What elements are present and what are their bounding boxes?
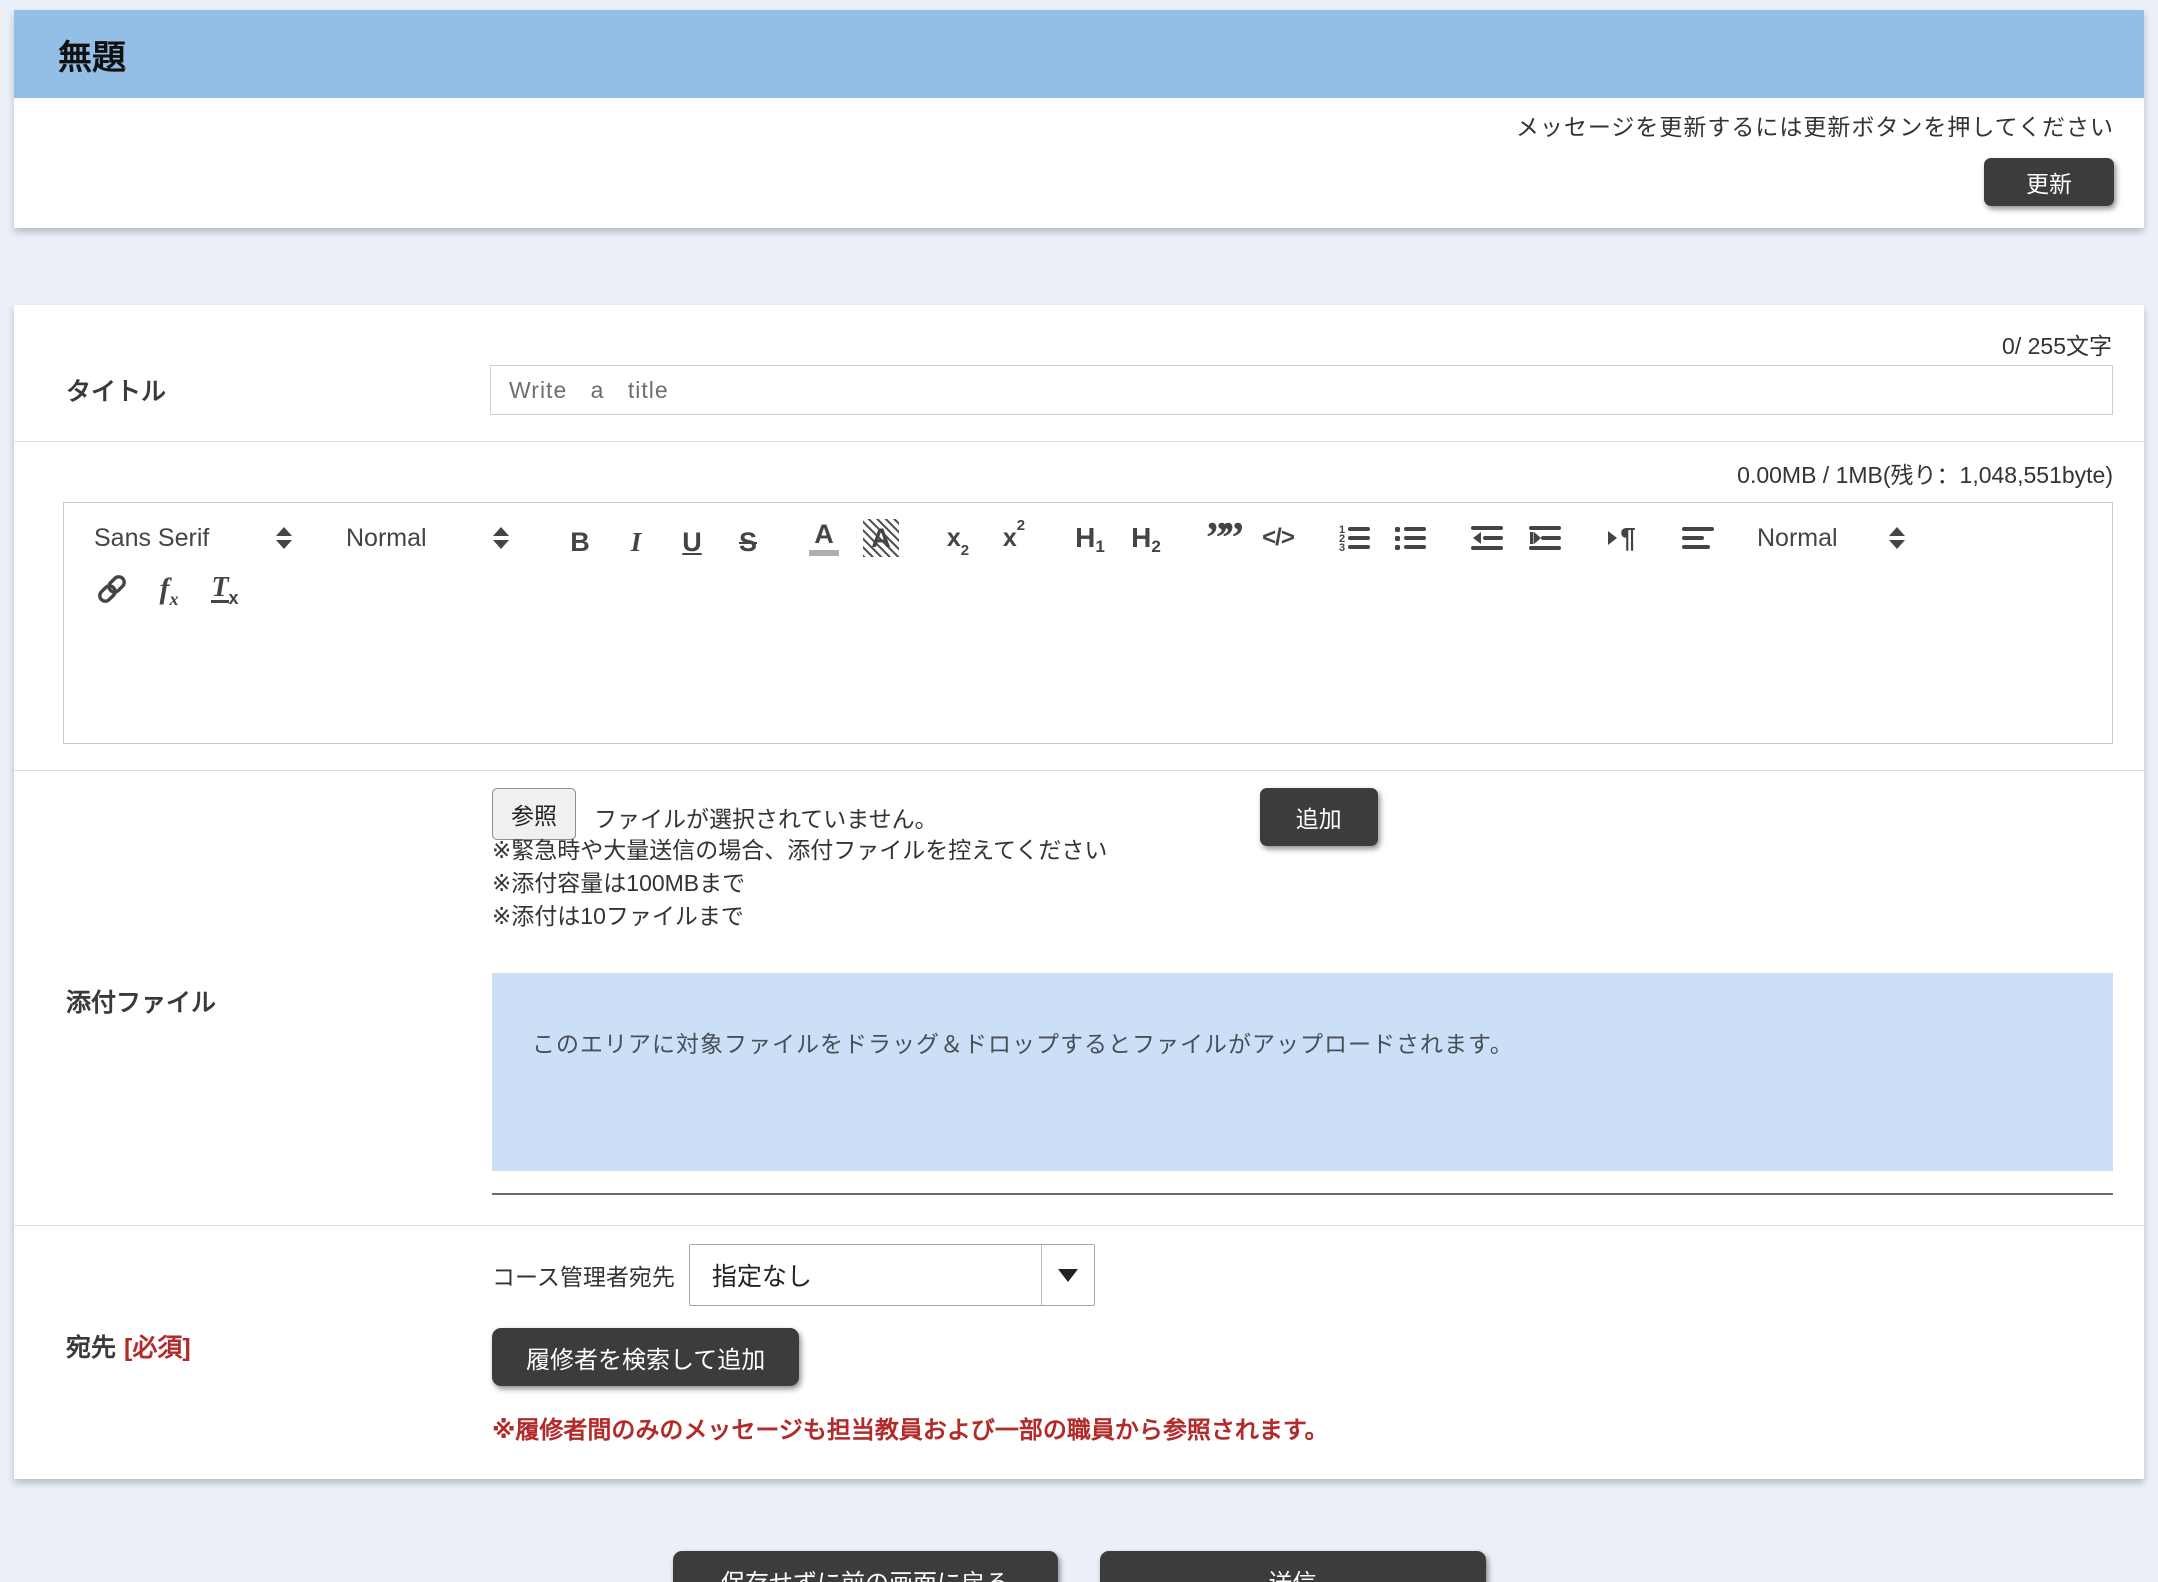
- background-color-letter: A: [871, 525, 891, 552]
- file-dropzone[interactable]: このエリアに対象ファイルをドラッグ＆ドロップするとファイルがアップロードされます…: [492, 973, 2113, 1171]
- send-button[interactable]: 送信: [1100, 1551, 1486, 1582]
- text-color-icon[interactable]: A: [807, 520, 841, 556]
- indent-group: [1469, 520, 1563, 556]
- bold-icon[interactable]: B: [563, 520, 597, 556]
- align-group: [1681, 520, 1715, 556]
- font-picker[interactable]: Sans Serif: [94, 524, 304, 553]
- underline-icon[interactable]: U: [675, 520, 709, 556]
- background-color-icon[interactable]: A: [863, 519, 899, 557]
- header1-icon[interactable]: H1: [1073, 520, 1107, 556]
- text-direction-icon[interactable]: ¶: [1605, 520, 1639, 556]
- color-group: A A: [807, 519, 899, 557]
- blockquote-icon[interactable]: ””: [1205, 520, 1239, 556]
- browse-button[interactable]: 参照: [492, 788, 576, 840]
- superscript-icon[interactable]: x2: [997, 520, 1031, 556]
- svg-text:3: 3: [1339, 542, 1345, 554]
- picker-arrows-icon: [493, 527, 509, 549]
- no-file-text: ファイルが選択されていません。: [594, 800, 938, 834]
- course-admin-select[interactable]: 指定なし: [689, 1244, 1095, 1306]
- course-admin-label: コース管理者宛先: [492, 1258, 675, 1292]
- footer-actions: 保存せずに前の画面に戻る 送信: [0, 1551, 2158, 1582]
- script-group: x2 x2: [941, 520, 1031, 556]
- formula-icon[interactable]: fx: [152, 571, 186, 607]
- picker-arrows-icon: [1889, 527, 1905, 549]
- insert-group: fx Tx: [94, 571, 242, 607]
- attachment-section: 添付ファイル 参照 ファイルが選択されていません。 追加 ※緊急時や大量送信の場…: [14, 771, 2144, 1225]
- title-field-row: タイトル: [14, 361, 2144, 441]
- dropzone-text: このエリアに対象ファイルをドラッグ＆ドロップするとファイルがアップロードされます…: [532, 1031, 1514, 1057]
- message-header-panel: 無題 メッセージを更新するには更新ボタンを押してください 更新: [14, 10, 2144, 228]
- heading-group: H1 H2: [1073, 520, 1163, 556]
- quote-code-group: ”” </>: [1205, 520, 1295, 556]
- text-color-bar: [809, 550, 839, 556]
- editor-toolbar: Sans Serif Normal B I U S A: [64, 503, 2112, 607]
- attachment-label: 添付ファイル: [66, 983, 216, 1019]
- message-form-panel: 0/ 255文字 タイトル 0.00MB / 1MB(残り：1,048,551b…: [14, 305, 2144, 1479]
- rich-text-editor[interactable]: Sans Serif Normal B I U S A: [63, 502, 2113, 744]
- header2-icon[interactable]: H2: [1129, 520, 1163, 556]
- recipient-section: 宛先 [必須] コース管理者宛先 指定なし 履修者を検索して追加 ※履修者間のみの…: [14, 1226, 2144, 1479]
- text-color-letter: A: [814, 521, 834, 548]
- attachment-note: ※添付容量は100MBまで: [492, 867, 2113, 900]
- course-admin-row: コース管理者宛先 指定なし: [492, 1244, 2113, 1306]
- subscript-icon[interactable]: x2: [941, 520, 975, 556]
- outdent-icon[interactable]: [1469, 520, 1505, 556]
- title-input[interactable]: [490, 365, 2113, 415]
- course-admin-selected-value: 指定なし: [690, 1257, 1041, 1293]
- title-char-counter: 0/ 255文字: [14, 305, 2144, 361]
- select-dropdown-icon[interactable]: [1042, 1269, 1094, 1282]
- italic-icon[interactable]: I: [619, 520, 653, 556]
- indent-icon[interactable]: [1527, 520, 1563, 556]
- text-style-group: B I U S: [563, 520, 765, 556]
- message-title-bar: 無題: [14, 10, 2144, 98]
- message-title: 無題: [58, 30, 126, 79]
- back-button[interactable]: 保存せずに前の画面に戻る: [673, 1551, 1058, 1582]
- editor-content-area[interactable]: [64, 607, 2112, 717]
- list-group: 1 2 3: [1337, 520, 1427, 556]
- block-picker-value: Normal: [346, 524, 427, 553]
- font-picker-value: Sans Serif: [94, 524, 209, 553]
- direction-triangle: [1608, 531, 1617, 545]
- picker-arrows-icon: [276, 527, 292, 549]
- body-editor-section: 0.00MB / 1MB(残り：1,048,551byte) Sans Seri…: [14, 442, 2144, 770]
- title-label: タイトル: [66, 372, 490, 408]
- clean-format-icon[interactable]: Tx: [208, 571, 242, 607]
- bullet-list-icon[interactable]: [1393, 520, 1427, 556]
- strikethrough-icon[interactable]: S: [731, 520, 765, 556]
- update-notice: メッセージを更新するには更新ボタンを押してください: [44, 108, 2114, 142]
- direction-group: ¶: [1605, 520, 1639, 556]
- recipient-warning: ※履修者間のみのメッセージも担当教員および一部の職員から参照されます。: [492, 1410, 2113, 1445]
- attachment-note: ※添付は10ファイルまで: [492, 900, 2113, 933]
- update-area: メッセージを更新するには更新ボタンを押してください 更新: [14, 98, 2144, 228]
- align-icon[interactable]: [1681, 520, 1715, 556]
- attachment-notes: ※緊急時や大量送信の場合、添付ファイルを控えてください ※添付容量は100MBま…: [492, 834, 2113, 933]
- dropzone-underline: [492, 1193, 2113, 1195]
- ordered-list-icon[interactable]: 1 2 3: [1337, 520, 1371, 556]
- size-picker-value: Normal: [1757, 524, 1838, 553]
- update-button[interactable]: 更新: [1984, 158, 2114, 206]
- size-picker[interactable]: Normal: [1757, 524, 1917, 553]
- required-badge: [必須]: [124, 1334, 191, 1362]
- search-students-button[interactable]: 履修者を検索して追加: [492, 1328, 799, 1386]
- recipient-label: 宛先 [必須]: [66, 1328, 191, 1364]
- recipient-label-text: 宛先: [66, 1334, 116, 1362]
- code-block-icon[interactable]: </>: [1261, 520, 1295, 556]
- editor-capacity-info: 0.00MB / 1MB(残り：1,048,551byte): [63, 456, 2113, 490]
- link-icon[interactable]: [94, 571, 130, 607]
- add-attachment-button[interactable]: 追加: [1260, 788, 1378, 846]
- block-format-picker[interactable]: Normal: [346, 524, 521, 553]
